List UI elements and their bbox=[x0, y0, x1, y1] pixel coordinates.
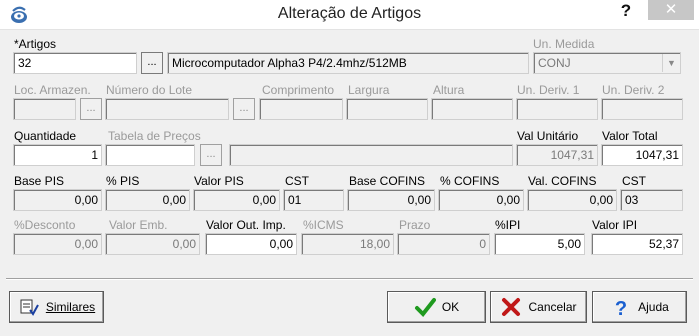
svg-text:?: ? bbox=[615, 298, 627, 318]
val-cofins-label: Val. COFINS bbox=[528, 174, 597, 188]
close-button[interactable]: ✕ bbox=[648, 0, 694, 20]
largura-input bbox=[346, 98, 428, 120]
chevron-down-icon[interactable]: ▼ bbox=[662, 54, 680, 72]
valor-out-imp-label: Valor Out. Imp. bbox=[206, 218, 286, 232]
ipi-label: %IPI bbox=[495, 218, 521, 232]
base-pis-label: Base PIS bbox=[14, 174, 65, 188]
artigos-input[interactable]: 32 bbox=[13, 52, 137, 74]
divider bbox=[6, 278, 693, 280]
similares-button[interactable]: Similares bbox=[9, 291, 104, 323]
valor-out-imp-input[interactable]: 0,00 bbox=[205, 233, 297, 255]
tabela-precos-browse-button[interactable]: ... bbox=[200, 144, 222, 166]
prazo-label: Prazo bbox=[399, 218, 431, 232]
prazo-field: 0 bbox=[397, 233, 490, 255]
question-mark-icon: ? bbox=[615, 298, 627, 318]
valor-ipi-label: Valor IPI bbox=[592, 218, 638, 232]
valor-emb-field: 0,00 bbox=[105, 233, 200, 255]
base-pis-field: 0,00 bbox=[13, 189, 102, 211]
desconto-label: %Desconto bbox=[14, 218, 76, 232]
icms-label: %ICMS bbox=[303, 218, 344, 232]
numero-lote-input bbox=[105, 98, 229, 120]
largura-label: Largura bbox=[348, 83, 390, 97]
artigos-browse-button[interactable]: ... bbox=[141, 52, 163, 74]
cancelar-button[interactable]: Cancelar bbox=[490, 291, 587, 323]
pct-cofins-label: % COFINS bbox=[440, 174, 500, 188]
un-deriv1-input bbox=[516, 98, 598, 120]
valor-emb-label: Valor Emb. bbox=[109, 218, 168, 232]
base-cofins-field: 0,00 bbox=[347, 189, 435, 211]
tabela-precos-description-field bbox=[229, 144, 513, 166]
cst-cofins-label: CST bbox=[622, 174, 646, 188]
numero-lote-browse-button: ... bbox=[233, 98, 255, 120]
altura-input bbox=[431, 98, 513, 120]
loc-armazen-browse-button: ... bbox=[80, 98, 102, 120]
un-deriv1-label: Un. Deriv. 1 bbox=[517, 83, 580, 97]
desconto-field: 0,00 bbox=[13, 233, 102, 255]
artigo-description-field: Microcomputador Alpha3 P4/2.4mhz/512MB bbox=[167, 52, 529, 74]
valor-ipi-input[interactable]: 52,37 bbox=[591, 233, 683, 255]
val-unitario-field: 1047,31 bbox=[516, 144, 598, 166]
artigos-label: *Artigos bbox=[14, 37, 57, 51]
un-deriv2-input bbox=[601, 98, 683, 120]
red-x-icon bbox=[502, 298, 521, 316]
icms-field: 18,00 bbox=[301, 233, 394, 255]
altura-label: Altura bbox=[433, 83, 465, 97]
ok-label: OK bbox=[441, 300, 460, 314]
un-medida-label: Un. Medida bbox=[533, 37, 595, 51]
loc-armazen-label: Loc. Armazen. bbox=[14, 83, 91, 97]
un-medida-select[interactable]: CONJ ▼ bbox=[533, 52, 681, 74]
quantidade-input[interactable]: 1 bbox=[13, 144, 102, 166]
similares-label: Similares bbox=[45, 300, 96, 314]
comprimento-input bbox=[259, 98, 343, 120]
comprimento-label: Comprimento bbox=[262, 83, 335, 97]
val-unitario-label: Val Unitário bbox=[517, 129, 579, 143]
ajuda-label: Ajuda bbox=[638, 300, 669, 314]
title-help-button[interactable]: ? bbox=[608, 0, 644, 22]
cancelar-label: Cancelar bbox=[528, 300, 577, 314]
un-medida-value: CONJ bbox=[538, 56, 571, 70]
valor-pis-label: Valor PIS bbox=[194, 174, 244, 188]
window-title: Alteração de Artigos bbox=[277, 5, 422, 22]
tabela-precos-label: Tabela de Preços bbox=[108, 129, 201, 143]
quantidade-label: Quantidade bbox=[14, 129, 77, 143]
val-cofins-field: 0,00 bbox=[527, 189, 617, 211]
ajuda-button[interactable]: ? Ajuda bbox=[592, 291, 687, 323]
pct-pis-field: 0,00 bbox=[105, 189, 190, 211]
tabela-precos-input[interactable] bbox=[105, 144, 195, 166]
un-deriv2-label: Un. Deriv. 2 bbox=[602, 83, 665, 97]
ipi-input[interactable]: 5,00 bbox=[494, 233, 585, 255]
valor-total-input[interactable]: 1047,31 bbox=[601, 144, 683, 166]
ok-button[interactable]: OK bbox=[387, 291, 486, 323]
cst-pis-label: CST bbox=[285, 174, 309, 188]
valor-total-label: Valor Total bbox=[602, 129, 658, 143]
pct-pis-label: % PIS bbox=[106, 174, 140, 188]
cst-cofins-field: 03 bbox=[620, 189, 683, 211]
valor-pis-field: 0,00 bbox=[193, 189, 280, 211]
green-check-icon bbox=[414, 298, 436, 318]
cst-pis-field: 01 bbox=[283, 189, 344, 211]
base-cofins-label: Base COFINS bbox=[349, 174, 426, 188]
check-list-icon bbox=[20, 299, 39, 316]
pct-cofins-field: 0,00 bbox=[438, 189, 524, 211]
numero-lote-label: Número do Lote bbox=[106, 83, 193, 97]
loc-armazen-input bbox=[13, 98, 76, 120]
title-bar: Alteração de Artigos ? ✕ bbox=[0, 0, 699, 30]
